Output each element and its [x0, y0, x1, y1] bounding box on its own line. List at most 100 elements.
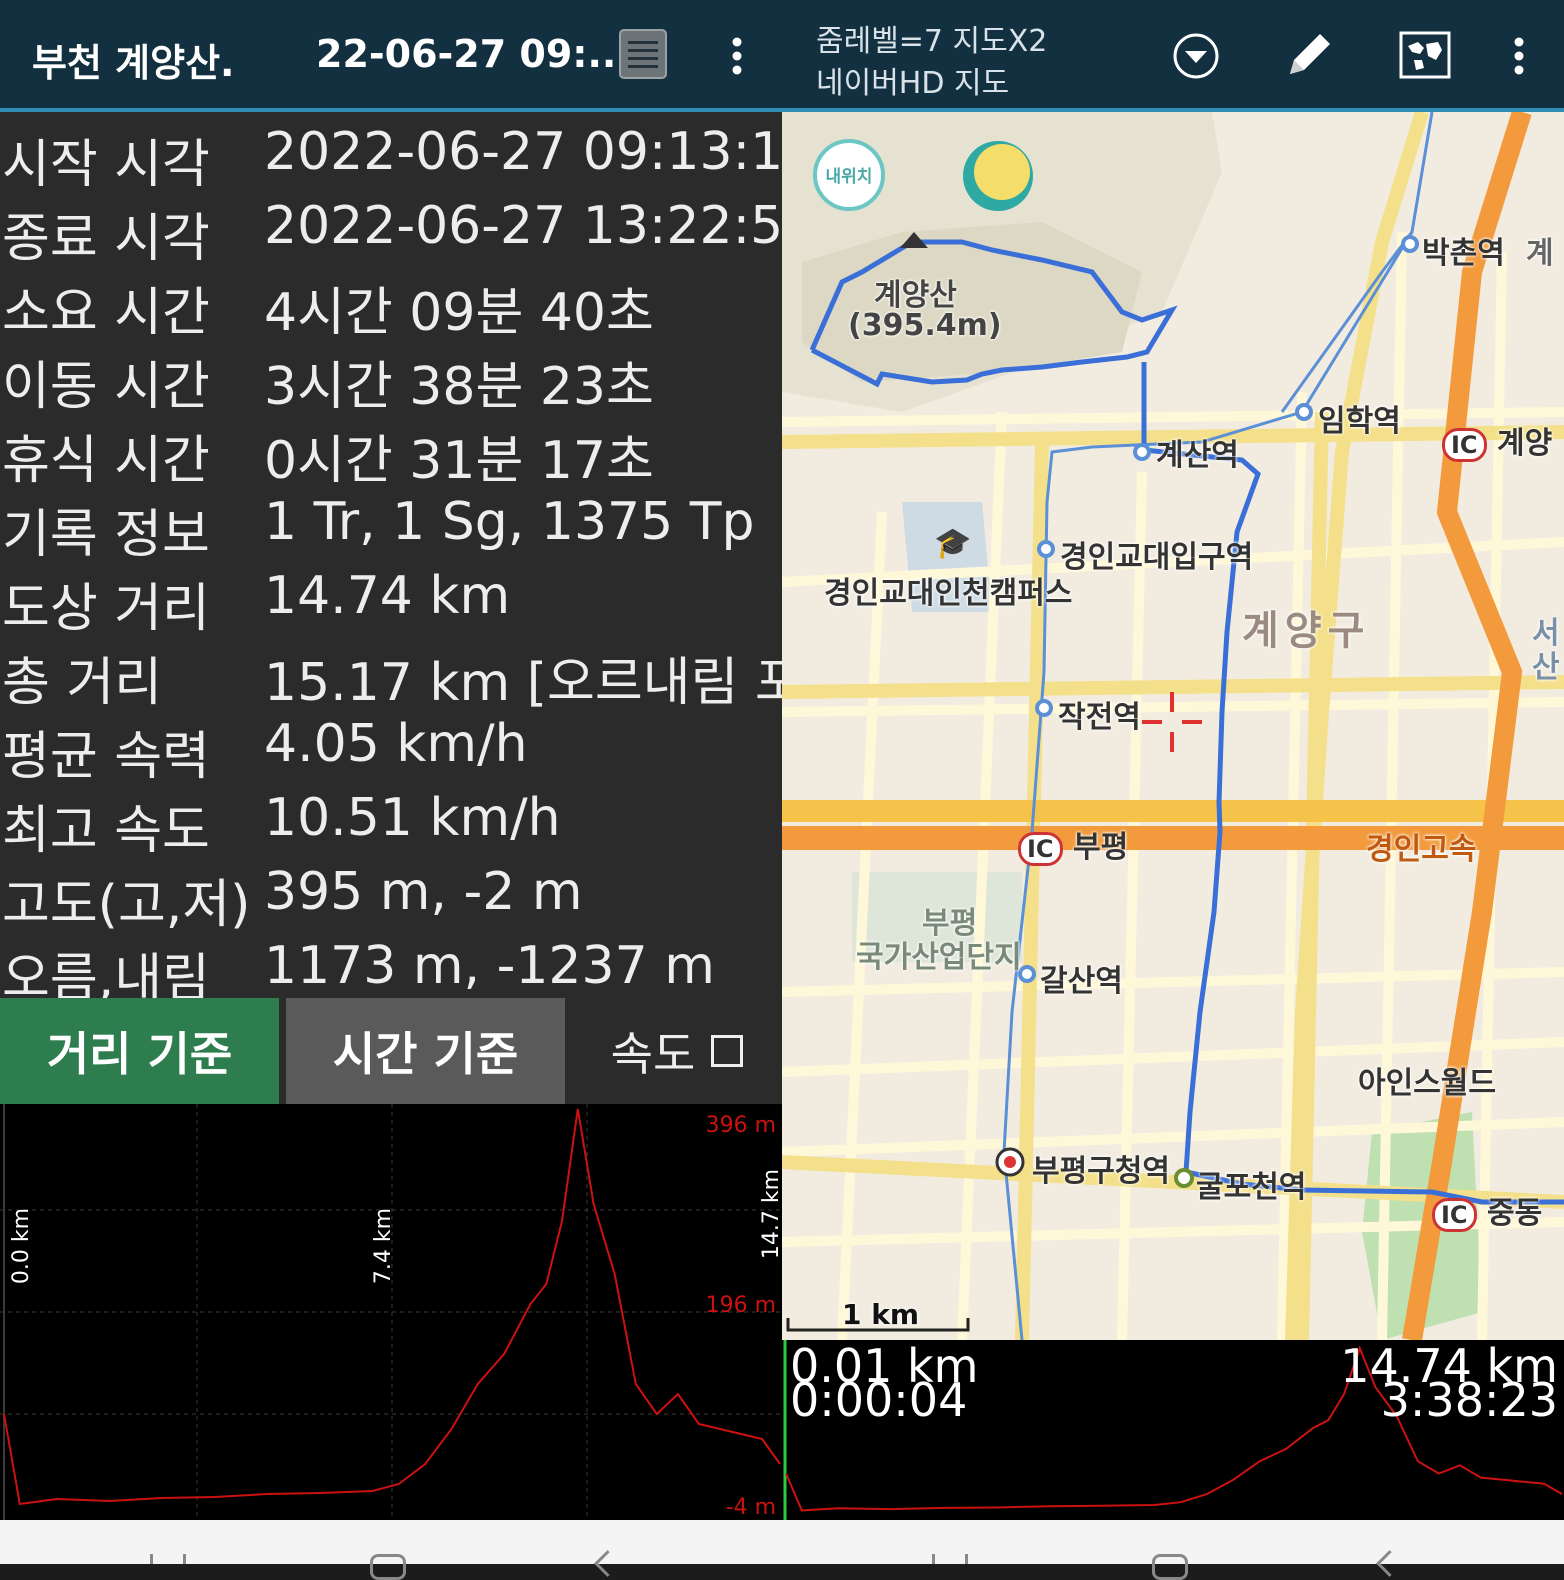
ic-badge: IC [1432, 1198, 1477, 1232]
speed-toggle[interactable]: 속도 [572, 998, 782, 1104]
stat-label: 평균 속력 [2, 727, 210, 787]
pencil-icon[interactable] [1282, 26, 1338, 82]
more-vertical-icon[interactable] [1510, 36, 1528, 76]
mini-start-time: 0:00:04 [790, 1373, 968, 1427]
area-label-san: 산 [1532, 650, 1560, 685]
stat-label: 종료 시각 [2, 209, 210, 269]
more-vertical-icon[interactable] [728, 36, 746, 76]
mini-elevation-chart[interactable]: 0.01 km 0:00:04 14.74 km 3:38:23 [782, 1340, 1564, 1520]
stat-value: 4시간 09분 40초 [264, 283, 654, 343]
stat-label: 총 거리 [2, 653, 163, 713]
dropdown-circle-icon[interactable] [1172, 32, 1220, 80]
station-label-imhak: 임학역 [1318, 404, 1401, 439]
area-label-edge: 계 [1526, 236, 1554, 271]
industrial-label: 국가산업단지 [856, 940, 1022, 975]
station-label-gulpo: 굴포천역 [1196, 1170, 1307, 1205]
tab-time[interactable]: 시간 기준 [286, 998, 565, 1104]
day-night-icon[interactable] [960, 138, 1036, 214]
stat-label: 기록 정보 [2, 505, 210, 565]
x-tick-label: 7.4 km [371, 1208, 396, 1284]
track-datetime[interactable]: 22-06-27 09:... [316, 32, 631, 76]
stat-value: 4.05 km/h [264, 714, 528, 774]
peak-icon [900, 232, 928, 248]
map-view[interactable]: 내위치 계양산 (395.4m) 박촌역 계 임학역 IC 계양 계산역 경인교… [782, 112, 1564, 1340]
stat-row-duration: 소요 시간 4시간 09분 40초 [0, 266, 782, 343]
district-label: 계양구 [1242, 608, 1371, 654]
map-source-text[interactable]: 네이버HD 지도 [816, 58, 1009, 102]
stat-row-avg-speed: 평균 속력 4.05 km/h [0, 710, 782, 787]
chart-mode-tabs: 거리 기준 시간 기준 속도 [0, 998, 782, 1104]
stat-row-map-distance: 도상 거리 14.74 km [0, 562, 782, 639]
station-label-gyesan: 계산역 [1156, 438, 1239, 473]
speed-label: 속도 [610, 1027, 696, 1081]
world-map-icon[interactable] [1398, 30, 1452, 80]
ic-badge: IC [1018, 832, 1063, 866]
stat-value: 395 m, -2 m [264, 862, 583, 922]
x-tick-label: 14.7 km [759, 1169, 782, 1259]
elevation-chart-svg: 0.0 km 7.4 km 14.7 km 396 m 196 m -4 m [0, 1104, 784, 1520]
stat-row-max-speed: 최고 속도 10.51 km/h [0, 784, 782, 861]
ic-name: 계양 [1497, 426, 1553, 461]
stat-value: 3시간 38분 23초 [264, 357, 654, 417]
home-icon[interactable] [370, 1554, 406, 1580]
stat-value: 1173 m, -1237 m [264, 936, 715, 996]
stat-value: 14.74 km [264, 566, 511, 626]
my-location-label: 내위치 [825, 167, 873, 187]
station-label-galsan: 갈산역 [1040, 964, 1123, 999]
scale-label: 1 km [842, 1298, 920, 1331]
stat-label: 도상 거리 [2, 579, 210, 639]
recents-icon[interactable] [150, 1554, 186, 1564]
stat-value: 1 Tr, 1 Sg, 1375 Tp [264, 492, 755, 552]
home-icon[interactable] [1152, 1554, 1188, 1580]
ic-label-jung: IC 중동 [1432, 1188, 1542, 1232]
stat-value: 2022-06-27 13:22:56 [264, 196, 782, 256]
campus-label: 경인교대인천캠퍼스 [824, 576, 1073, 611]
ic-label-bupyeong: IC 부평 [1018, 822, 1128, 866]
track-title[interactable]: 부천 계양산. [32, 32, 234, 87]
stat-row-start: 시작 시각 2022-06-27 09:13:16 [0, 118, 782, 195]
stat-value: 2022-06-27 09:13:16 [264, 122, 782, 182]
stat-row-total-distance: 총 거리 15.17 km [오르내림 포함] [0, 636, 782, 713]
system-nav-bar [0, 1520, 1564, 1580]
track-stats-panel: 시작 시각 2022-06-27 09:13:16 종료 시각 2022-06-27… [0, 112, 782, 1000]
station-label-jakjeon: 작전역 [1058, 700, 1141, 735]
stat-row-ascent: 오름,내림 1173 m, -1237 m [0, 932, 782, 1000]
tab-distance[interactable]: 거리 기준 [0, 998, 279, 1104]
stat-row-end: 종료 시각 2022-06-27 13:22:56 [0, 192, 782, 269]
my-location-button[interactable]: 내위치 [812, 138, 886, 212]
station-label-gu-office: 부평구청역 [1032, 1154, 1170, 1189]
stat-label: 휴식 시간 [2, 431, 210, 491]
stat-row-rest: 휴식 시간 0시간 31분 17초 [0, 414, 782, 491]
speed-checkbox[interactable] [711, 1035, 744, 1067]
list-icon[interactable] [618, 28, 668, 80]
stat-label: 소요 시간 [2, 283, 210, 343]
x-tick-label: 0.0 km [9, 1208, 34, 1284]
y-tick-label: -4 m [726, 1495, 776, 1520]
stat-value: 0시간 31분 17초 [264, 431, 654, 491]
elevation-chart[interactable]: 0.0 km 7.4 km 14.7 km 396 m 196 m -4 m [0, 1104, 784, 1520]
expressway-label: 경인고속 [1366, 832, 1477, 867]
y-tick-label: 396 m [706, 1113, 776, 1138]
ic-name: 중동 [1487, 1196, 1543, 1231]
stat-label: 최고 속도 [2, 801, 210, 861]
stat-label: 이동 시간 [2, 357, 210, 417]
zoom-level-text: 줌레벨=7 지도X2 [816, 24, 1048, 59]
tab-label: 거리 기준 [46, 1027, 233, 1081]
station-label-gyeongin: 경인교대입구역 [1060, 540, 1254, 575]
stat-label: 오름,내림 [2, 949, 210, 1000]
ic-name: 부평 [1073, 830, 1129, 865]
mini-end-time: 3:38:23 [1380, 1373, 1558, 1427]
stat-value: 15.17 km [오르내림 포함] [264, 653, 782, 713]
chart-gridlines [0, 1104, 782, 1520]
stat-row-record: 기록 정보 1 Tr, 1 Sg, 1375 Tp [0, 488, 782, 565]
school-icon: 🎓 [934, 526, 972, 561]
y-tick-label: 196 m [706, 1293, 776, 1318]
recents-icon[interactable] [932, 1554, 968, 1564]
tab-label: 시간 기준 [332, 1027, 519, 1081]
mountain-height: (395.4m) [848, 308, 1002, 343]
stat-label: 고도(고,저) [2, 875, 251, 935]
stat-label: 시작 시각 [2, 135, 210, 195]
ic-badge: IC [1442, 428, 1487, 462]
stat-value: 10.51 km/h [264, 788, 561, 848]
landmark-label: 아인스월드 [1358, 1066, 1496, 1101]
